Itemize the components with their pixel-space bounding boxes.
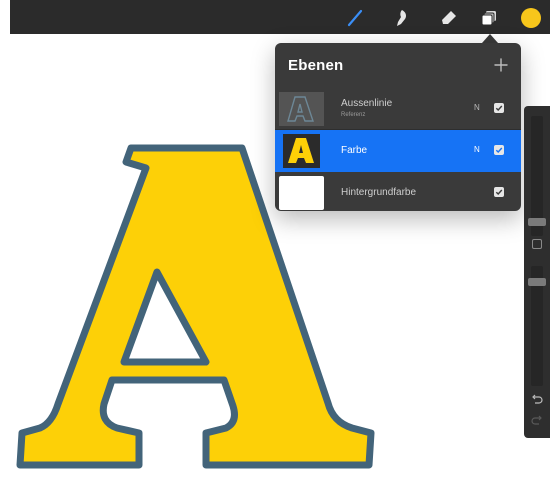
- undo-button[interactable]: [530, 393, 544, 407]
- layer-visibility-checkbox[interactable]: [494, 145, 504, 155]
- brush-tool-button[interactable]: [344, 7, 366, 29]
- undo-icon: [532, 394, 543, 404]
- eraser-icon: [442, 11, 456, 24]
- redo-icon: [531, 415, 542, 425]
- layer-blend-mode[interactable]: N: [474, 145, 480, 154]
- layer-subtitle: Referenz: [341, 112, 366, 118]
- yellow-letter-a-thumbnail: [279, 134, 324, 168]
- layers-panel: Ebenen Aussenlinie Referenz N Farbe N Hi…: [275, 43, 521, 211]
- eraser-tool-button[interactable]: [438, 7, 460, 29]
- layer-row-farbe[interactable]: Farbe N: [275, 130, 521, 172]
- checkmark-icon: [495, 189, 503, 196]
- outline-letter-a-thumbnail: [287, 96, 314, 122]
- add-layer-button[interactable]: [491, 55, 511, 75]
- modify-button[interactable]: [532, 239, 542, 249]
- layer-visibility-checkbox[interactable]: [494, 187, 504, 197]
- smudge-icon: [397, 10, 406, 26]
- color-picker-button[interactable]: [519, 6, 543, 30]
- checkmark-icon: [495, 105, 503, 112]
- plus-icon: [494, 58, 508, 72]
- layers-button[interactable]: [478, 7, 500, 29]
- brush-icon: [347, 9, 363, 27]
- layer-thumbnail-farbe: [279, 134, 324, 168]
- layer-blend-mode[interactable]: N: [474, 103, 480, 112]
- popover-caret: [482, 34, 498, 43]
- checkmark-icon: [495, 147, 503, 154]
- layer-visibility-checkbox[interactable]: [494, 103, 504, 113]
- layer-row-hintergrundfarbe[interactable]: Hintergrundfarbe: [275, 172, 521, 211]
- layers-icon: [481, 11, 496, 26]
- layer-name: Hintergrundfarbe: [341, 187, 417, 198]
- redo-button[interactable]: [530, 414, 544, 428]
- layer-thumbnail-aussenlinie: [279, 92, 324, 126]
- layer-thumbnail-hintergrundfarbe: [279, 176, 324, 210]
- layer-name: Farbe: [341, 145, 368, 156]
- layers-panel-title: Ebenen: [288, 57, 344, 74]
- brush-size-thumb[interactable]: [528, 218, 546, 226]
- layers-panel-header: Ebenen: [275, 43, 521, 88]
- layer-row-aussenlinie[interactable]: Aussenlinie Referenz N: [275, 88, 521, 130]
- layer-name: Aussenlinie: [341, 98, 393, 109]
- brush-size-slider[interactable]: [528, 116, 546, 236]
- right-sidebar: [524, 106, 550, 438]
- top-toolbar: [10, 0, 550, 34]
- brush-opacity-slider[interactable]: [528, 266, 546, 386]
- smudge-tool-button[interactable]: [391, 7, 413, 29]
- current-color-swatch: [521, 8, 541, 28]
- brush-opacity-thumb[interactable]: [528, 278, 546, 286]
